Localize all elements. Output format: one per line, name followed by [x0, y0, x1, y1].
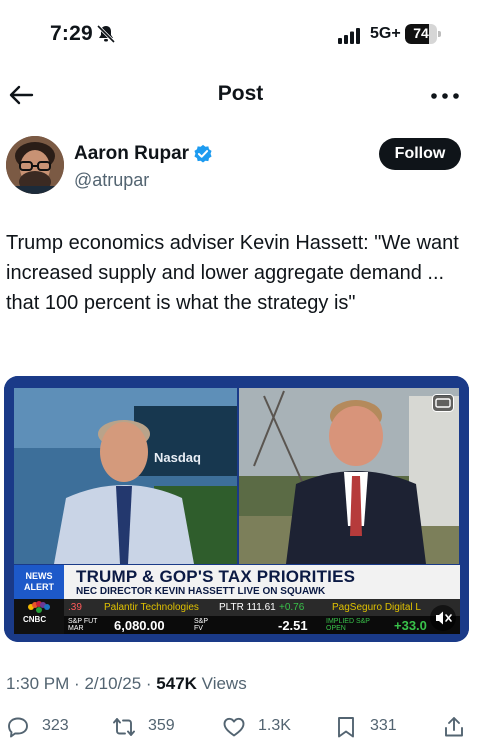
author-name[interactable]: Aaron Rupar	[74, 143, 189, 165]
battery-icon: 74	[405, 24, 441, 44]
market-ticker: CNBC .39 Palantir Technologies PLTR 111.…	[14, 599, 460, 634]
reply-button[interactable]: 323	[6, 712, 86, 742]
mute-icon[interactable]	[429, 604, 457, 632]
closed-captions-icon[interactable]	[432, 394, 454, 412]
ticker-item: +0.76	[279, 602, 305, 613]
video-headline: TRUMP & GOP'S TAX PRIORITIES	[76, 567, 356, 586]
ticker-bottom-row: S&P FUT MAR 6,080.00 S&P FV -2.51 IMPLIE…	[64, 616, 460, 634]
more-options-icon[interactable]	[430, 92, 460, 100]
like-count: 1.3K	[258, 717, 291, 734]
bookmark-button[interactable]: 331	[334, 712, 414, 742]
ticker-item: .39	[68, 602, 82, 613]
post-meta: 1:30 PM · 2/10/25 · 547K Views	[6, 674, 247, 693]
action-bar: 323 359 1.3K 331	[0, 712, 481, 742]
lower-third: NEWS ALERT TRUMP & GOP'S TAX PRIORITIES …	[14, 565, 460, 599]
bookmark-count: 331	[370, 717, 397, 734]
ticker-item: +33.0	[394, 618, 427, 633]
avatar[interactable]	[6, 136, 64, 194]
like-button[interactable]: 1.3K	[222, 712, 302, 742]
status-time: 7:29	[50, 22, 93, 45]
share-button[interactable]	[442, 712, 468, 742]
status-bar: 7:29 5G+ 74	[0, 0, 481, 64]
ticker-item: PLTR 111.61	[219, 602, 276, 613]
post-text: Trump economics adviser Kevin Hassett: "…	[6, 232, 459, 314]
page-title: Post	[217, 82, 264, 105]
signal-icon	[338, 28, 360, 44]
reply-count: 323	[42, 717, 69, 734]
news-alert-label: NEWS ALERT	[14, 565, 64, 599]
ticker-item: PagSeguro Digital L	[332, 602, 421, 613]
ticker-item: S&P FV	[194, 618, 208, 632]
share-icon	[445, 717, 463, 737]
verified-badge-icon	[194, 144, 212, 163]
ticker-item: -2.51	[278, 618, 308, 633]
video-player[interactable]: Nasdaq NEWS ALERT TRUMP & GOP'S TAX PRIO…	[4, 376, 469, 642]
ticker-item: 6,080.00	[114, 618, 165, 633]
heart-icon	[223, 717, 245, 737]
post-author: Aaron Rupar @atrupar Follow	[0, 132, 481, 202]
views-count[interactable]: 547K	[156, 674, 197, 693]
repost-button[interactable]: 359	[112, 712, 192, 742]
author-handle[interactable]: @atrupar	[74, 170, 149, 191]
bell-slash-icon	[96, 24, 116, 44]
ticker-top-row: .39 Palantir Technologies PLTR 111.61 +0…	[64, 599, 460, 616]
repost-count: 359	[148, 717, 175, 734]
post-time: 1:30 PM	[6, 674, 70, 693]
views-label: Views	[201, 674, 247, 693]
top-nav: Post	[0, 70, 481, 120]
network-type: 5G+	[370, 25, 401, 42]
follow-button[interactable]: Follow	[379, 138, 461, 170]
bookmark-icon	[338, 717, 354, 738]
cnbc-logo: CNBC	[14, 599, 64, 634]
headline-box: TRUMP & GOP'S TAX PRIORITIES NEC DIRECTO…	[64, 565, 460, 599]
video-subhead: NEC DIRECTOR KEVIN HASSETT LIVE ON SQUAW…	[76, 586, 326, 597]
network-logo: CNBC	[23, 615, 47, 624]
reply-icon	[8, 717, 28, 738]
ticker-item: Palantir Technologies	[104, 602, 199, 613]
battery-level: 74	[413, 25, 429, 41]
repost-icon	[113, 718, 135, 736]
post-date: 2/10/25	[84, 674, 142, 693]
ticker-item: IMPLIED S&P OPEN	[326, 618, 370, 632]
ticker-item: S&P FUT MAR	[68, 618, 98, 632]
nasdaq-sign: Nasdaq	[154, 450, 201, 465]
